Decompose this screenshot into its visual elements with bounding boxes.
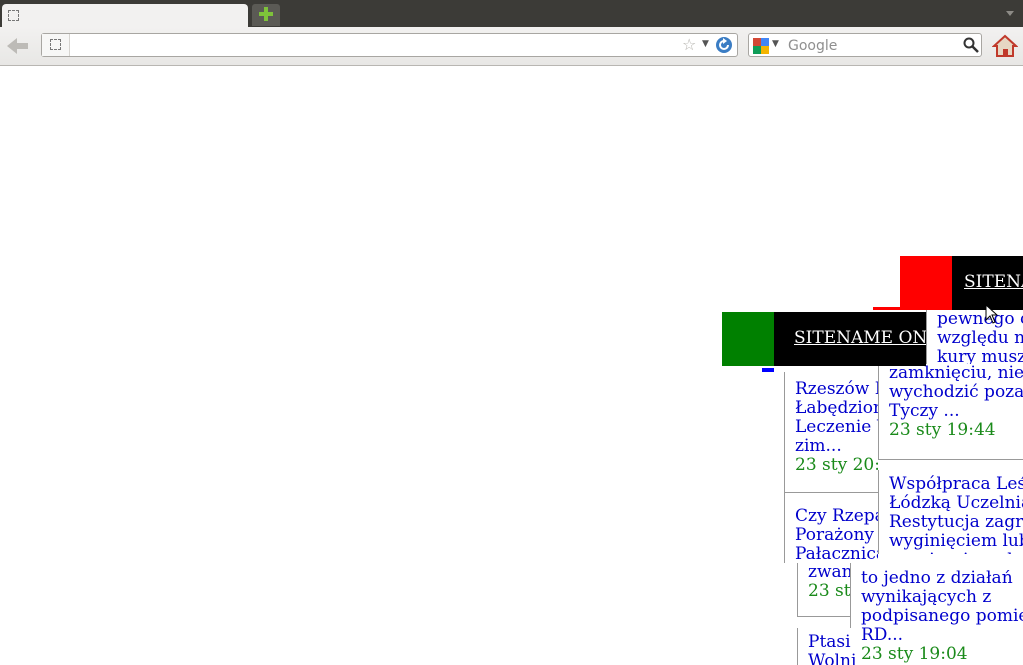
new-tab-button[interactable] (252, 4, 280, 26)
page-icon (8, 10, 19, 21)
green-widget-header: SITENAME ON (774, 312, 926, 366)
address-bar[interactable]: ☆ ▼ (41, 33, 738, 57)
site-info-button[interactable] (42, 34, 70, 56)
news-title[interactable]: Rzeszów Ic Łabędziom Leczenie W zim... (795, 380, 878, 456)
red-widget-site-link[interactable]: SITENA (964, 272, 1023, 292)
news-title[interactable]: Czy Rzepa Porażony Pałacznica (795, 507, 878, 564)
reload-icon[interactable] (715, 36, 733, 54)
green-widget-site-link[interactable]: SITENAME ON (794, 328, 926, 348)
tab-menu-icon[interactable] (1004, 7, 1016, 19)
search-input[interactable] (786, 36, 960, 56)
page-icon (50, 39, 61, 50)
list-item: pewnego c względu na kury musza (926, 310, 1023, 370)
browser-toolbar: ☆ ▼ ▼ (0, 27, 1023, 66)
news-title[interactable]: Ptasi Wolni (808, 633, 1023, 665)
list-item: Rzeszów Ic Łabędziom Leczenie W zim... 2… (784, 372, 878, 493)
news-title[interactable]: zamknięciu, nie m wychodzić poza l Tyczy… (889, 364, 1023, 421)
browser-tab[interactable] (2, 4, 248, 27)
red-widget-header: SITENA (952, 256, 1023, 310)
chevron-down-icon[interactable]: ▼ (772, 39, 779, 49)
green-widget-tab-marker (762, 368, 774, 372)
page-content: SITENA pewnego c względu na kury musza z… (0, 66, 1023, 665)
tab-strip (0, 0, 1023, 27)
list-item: Czy Rzepa Porażony Pałacznica (784, 493, 878, 563)
magnifier-icon[interactable] (963, 37, 979, 53)
list-item: zamknięciu, nie m wychodzić poza l Tyczy… (878, 364, 1023, 460)
red-widget-square (900, 256, 952, 310)
url-input[interactable] (74, 36, 678, 56)
chevron-down-icon[interactable]: ▼ (702, 39, 709, 49)
news-date: 23 sty 20:4 (795, 455, 878, 475)
green-widget-square (722, 312, 774, 366)
google-icon[interactable] (753, 38, 769, 54)
home-icon[interactable] (992, 34, 1018, 58)
list-item: Ptasi Wolni (797, 628, 856, 665)
list-item: zwan 23 sty (797, 556, 860, 617)
search-box[interactable]: ▼ (748, 33, 982, 57)
news-date: 23 sty 19:44 (889, 420, 996, 440)
bookmark-star-icon[interactable]: ☆ (682, 35, 696, 54)
news-title[interactable]: pewnego c względu na kury musza (937, 310, 1023, 367)
back-arrow-icon[interactable] (4, 35, 32, 57)
mouse-cursor-icon (985, 304, 999, 324)
list-item: Współpraca Leśn Łódzką Uczelnią Restytuc… (878, 470, 1023, 570)
new-tab-icon (259, 7, 273, 21)
red-widget-strip (873, 307, 901, 310)
